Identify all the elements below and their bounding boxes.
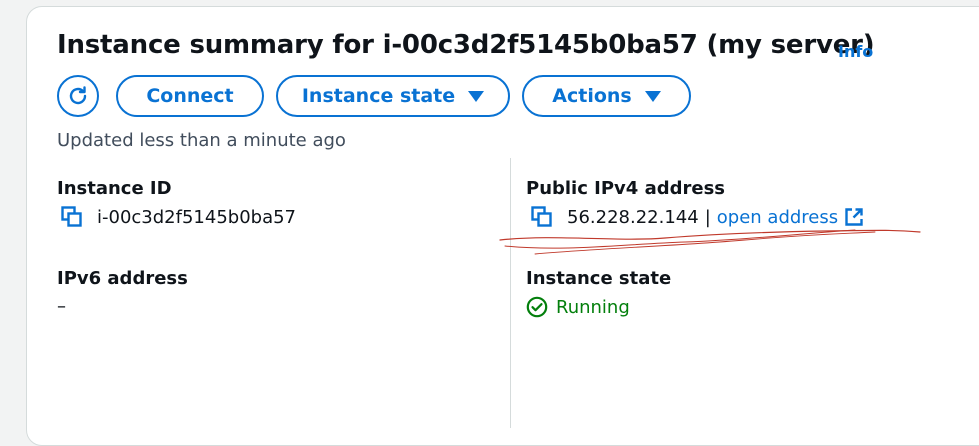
instance-state-dropdown[interactable]: Instance state (276, 75, 510, 117)
check-circle-icon (526, 296, 548, 318)
external-link-icon[interactable] (844, 207, 864, 227)
actions-dropdown[interactable]: Actions (522, 75, 691, 117)
ipv6-value: – (57, 296, 66, 317)
connect-button[interactable]: Connect (116, 75, 264, 117)
connect-button-label: Connect (146, 85, 234, 107)
instance-state-value: Running (556, 296, 630, 318)
column-divider (510, 158, 511, 428)
public-ipv4-value: 56.228.22.144 (567, 206, 699, 228)
page-title: Instance summary for i-00c3d2f5145b0ba57… (57, 30, 875, 60)
instance-id-label: Instance ID (57, 178, 172, 199)
public-ipv4-label: Public IPv4 address (526, 178, 726, 199)
info-link[interactable]: Info (838, 42, 873, 61)
ipv6-label: IPv6 address (57, 268, 188, 289)
instance-id-value: i-00c3d2f5145b0ba57 (97, 206, 297, 228)
instance-state-label: Instance state (526, 268, 672, 289)
refresh-icon (69, 86, 87, 105)
public-ipv4-row: 56.228.22.144 | open address (531, 206, 864, 228)
actions-dropdown-label: Actions (552, 85, 632, 107)
separator: | (704, 206, 711, 228)
caret-down-icon (644, 90, 661, 102)
instance-id-row: i-00c3d2f5145b0ba57 (61, 206, 296, 228)
caret-down-icon (468, 90, 485, 102)
updated-status: Updated less than a minute ago (57, 130, 346, 151)
copy-icon[interactable] (531, 206, 553, 228)
copy-icon[interactable] (61, 206, 83, 228)
instance-state-status: Running (526, 296, 630, 318)
refresh-button[interactable] (57, 75, 99, 117)
instance-state-dropdown-label: Instance state (301, 85, 456, 107)
open-address-link[interactable]: open address (717, 207, 838, 228)
